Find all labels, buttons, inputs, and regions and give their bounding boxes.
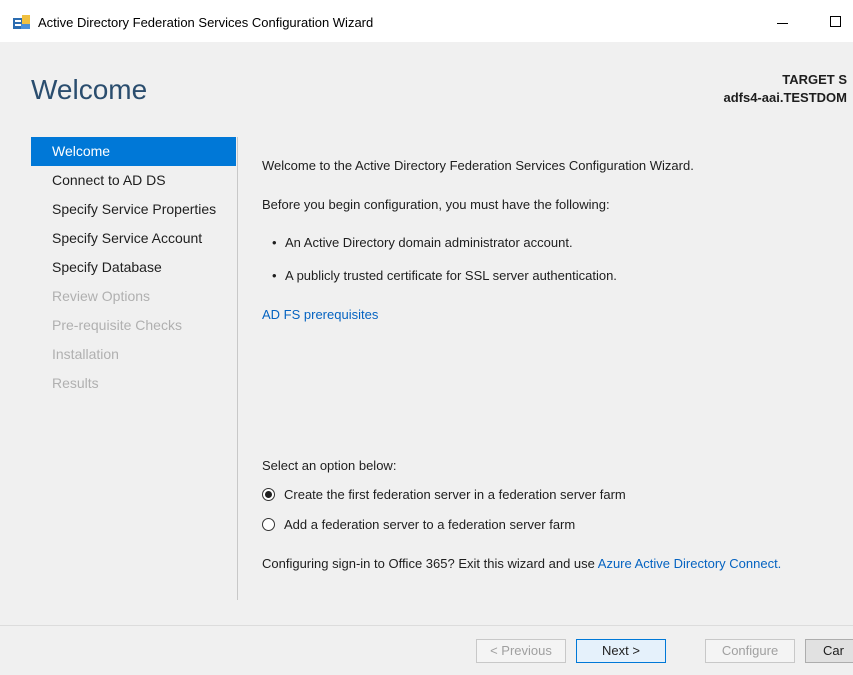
office365-note-text: Configuring sign-in to Office 365? Exit …	[262, 556, 598, 571]
option-label: Add a federation server to a federation …	[284, 517, 576, 532]
previous-button[interactable]: < Previous	[476, 639, 566, 663]
nav-item-service-account[interactable]: Specify Service Account	[31, 224, 236, 253]
option-label: Create the first federation server in a …	[284, 487, 626, 502]
next-button[interactable]: Next >	[576, 639, 666, 663]
radio-button-selected[interactable]	[262, 488, 275, 501]
wizard-footer: < Previous Next > Configure Car	[0, 626, 853, 675]
title-bar: Active Directory Federation Services Con…	[0, 0, 853, 42]
azure-ad-connect-link[interactable]: Azure Active Directory Connect.	[598, 556, 782, 571]
office365-note: Configuring sign-in to Office 365? Exit …	[262, 556, 781, 571]
target-server-name: adfs4-aai.TESTDOM	[723, 90, 847, 105]
nav-item-service-properties[interactable]: Specify Service Properties	[31, 195, 236, 224]
nav-item-results: Results	[52, 375, 99, 391]
cancel-button[interactable]: Car	[805, 639, 853, 663]
target-server-label: TARGET S	[782, 72, 847, 87]
minimize-button[interactable]	[773, 12, 793, 32]
nav-item-review-options: Review Options	[52, 288, 151, 304]
nav-item-connect-ad-ds[interactable]: Connect to AD DS	[31, 166, 236, 195]
nav-divider	[237, 137, 238, 600]
requirement-bullet: An Active Directory domain administrator…	[262, 235, 573, 250]
window-title: Active Directory Federation Services Con…	[38, 15, 374, 30]
radio-button[interactable]	[262, 518, 275, 531]
wizard-nav: Welcome Connect to AD DS Specify Service…	[31, 137, 236, 398]
configure-button[interactable]: Configure	[705, 639, 795, 663]
adfs-wizard-icon	[13, 15, 30, 29]
requirements-heading: Before you begin configuration, you must…	[262, 197, 610, 212]
page-title: Welcome	[31, 74, 148, 105]
wizard-header: Welcome TARGET S adfs4-aai.TESTDOM	[0, 42, 853, 128]
nav-item-database[interactable]: Specify Database	[31, 253, 236, 282]
nav-item-installation: Installation	[52, 346, 119, 362]
requirement-bullet: A publicly trusted certificate for SSL s…	[262, 268, 617, 283]
nav-item-prereq-checks: Pre-requisite Checks	[52, 317, 182, 333]
adfs-prerequisites-link[interactable]: AD FS prerequisites	[262, 307, 378, 322]
nav-item-welcome[interactable]: Welcome	[31, 137, 236, 166]
option-add-server[interactable]: Add a federation server to a federation …	[262, 517, 575, 532]
select-option-prompt: Select an option below:	[262, 458, 397, 473]
maximize-button[interactable]	[826, 12, 846, 32]
intro-text: Welcome to the Active Directory Federati…	[262, 158, 694, 173]
option-create-first-server[interactable]: Create the first federation server in a …	[262, 487, 626, 502]
